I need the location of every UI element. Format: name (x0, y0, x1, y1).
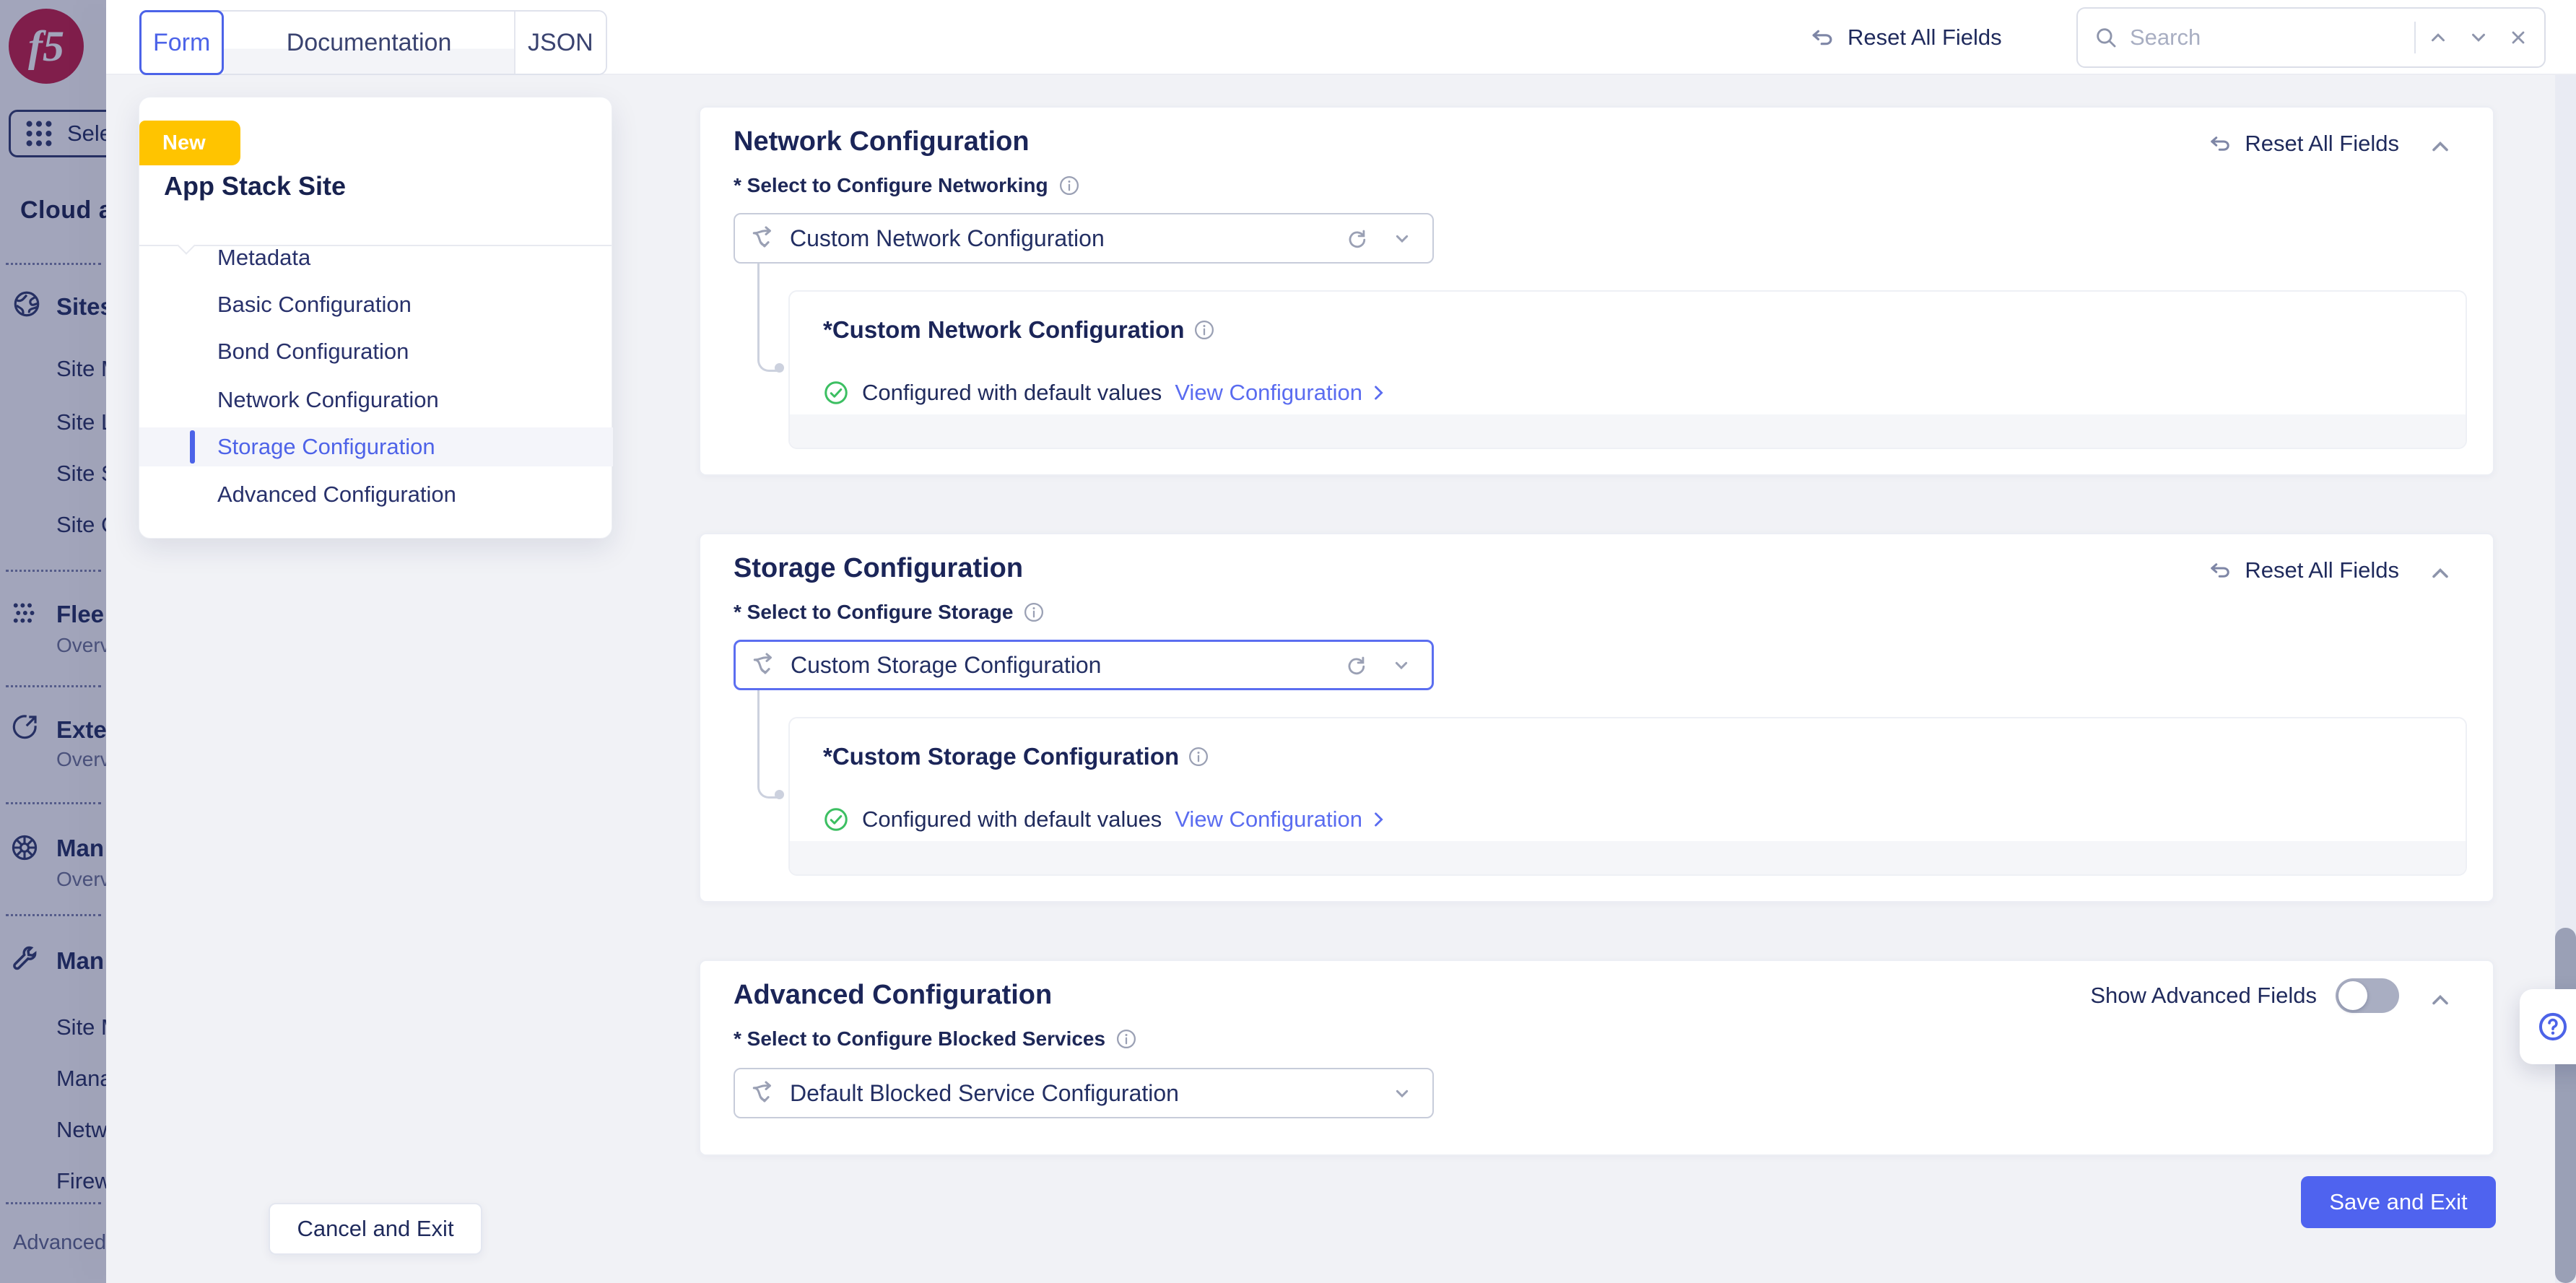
status-text: Configured with default values (862, 806, 1162, 832)
connector-line (757, 690, 778, 799)
tab-documentation[interactable]: Documentation (224, 12, 513, 74)
chevron-right-icon (1368, 383, 1388, 403)
section-advanced-configuration: Advanced Configuration Show Advanced Fie… (699, 960, 2494, 1156)
new-badge: New (139, 121, 240, 165)
refresh-icon[interactable] (1344, 653, 1368, 677)
info-icon[interactable] (1058, 175, 1080, 196)
refresh-icon[interactable] (1344, 226, 1369, 251)
collapse-chevron-icon[interactable] (2427, 987, 2453, 1013)
nested-title-row: *Custom Network Configuration (823, 316, 1215, 344)
tab-form[interactable]: Form (139, 10, 224, 75)
app-stack-site-page: f5 Sele Cloud a Sites Site M Site L Site… (0, 0, 2576, 1283)
section-title: Storage Configuration (734, 553, 1023, 584)
active-nav-indicator (190, 430, 195, 464)
reset-all-fields-top[interactable]: Reset All Fields (1809, 0, 2002, 75)
scrollbar-track[interactable] (2555, 75, 2576, 1283)
info-icon[interactable] (1023, 601, 1045, 623)
search-box (2076, 7, 2546, 68)
info-icon[interactable] (1115, 1028, 1137, 1050)
advanced-fields-control: Show Advanced Fields (2090, 978, 2399, 1013)
scrollbar-thumb[interactable] (2555, 928, 2576, 1283)
branch-icon (750, 651, 778, 679)
blocked-services-dropdown[interactable]: Default Blocked Service Configuration (734, 1068, 1434, 1118)
status-text: Configured with default values (862, 380, 1162, 406)
search-icon (2094, 25, 2118, 50)
help-question-icon (2537, 1011, 2569, 1043)
section-reset-all-fields[interactable]: Reset All Fields (2207, 557, 2399, 583)
modal-dim-overlay[interactable] (0, 0, 106, 1283)
topbar: Form Documentation JSON Reset All Fields (106, 0, 2576, 75)
search-divider (2414, 22, 2416, 53)
reset-icon (2207, 131, 2233, 157)
show-advanced-fields-label: Show Advanced Fields (2090, 983, 2317, 1009)
dropdown-value: Custom Network Configuration (790, 225, 1105, 252)
nav-item-advanced-configuration[interactable]: Advanced Configuration (217, 474, 456, 515)
view-tabs: Form Documentation JSON (139, 10, 607, 75)
form-title: App Stack Site (164, 171, 346, 201)
toggle-knob (2338, 981, 2367, 1010)
collapse-chevron-icon[interactable] (2427, 134, 2453, 160)
view-configuration-link[interactable]: View Configuration (1175, 806, 1388, 832)
connector-dot (775, 790, 784, 799)
search-close-icon[interactable] (2508, 27, 2528, 48)
panel-divider-notch (177, 236, 195, 254)
view-configuration-link[interactable]: View Configuration (1175, 380, 1388, 406)
status-row: Configured with default values View Conf… (823, 806, 1388, 832)
field-label-blocked-services: * Select to Configure Blocked Services (734, 1027, 1137, 1051)
section-network-configuration: Network Configuration Reset All Fields *… (699, 106, 2494, 476)
networking-dropdown[interactable]: Custom Network Configuration (734, 213, 1434, 264)
form-nav-panel: New App Stack Site Metadata Basic Config… (139, 97, 612, 539)
section-title: Network Configuration (734, 126, 1030, 157)
search-prev-icon[interactable] (2427, 27, 2449, 48)
reset-icon (1809, 24, 1836, 51)
tab-json[interactable]: JSON (514, 12, 606, 74)
connector-line (757, 264, 778, 372)
info-icon[interactable] (1193, 319, 1215, 341)
info-icon[interactable] (1188, 746, 1209, 767)
section-reset-all-fields[interactable]: Reset All Fields (2207, 131, 2399, 157)
reset-all-fields-label: Reset All Fields (1848, 25, 2002, 51)
nav-item-storage-configuration[interactable]: Storage Configuration (217, 427, 435, 467)
chevron-down-icon[interactable] (1391, 1082, 1414, 1105)
show-advanced-fields-toggle[interactable] (2336, 978, 2399, 1013)
chevron-down-icon[interactable] (1390, 653, 1413, 677)
section-title: Advanced Configuration (734, 980, 1052, 1011)
section-storage-configuration: Storage Configuration Reset All Fields *… (699, 533, 2494, 903)
cancel-and-exit-button[interactable]: Cancel and Exit (269, 1203, 482, 1255)
chevron-down-icon[interactable] (1391, 227, 1414, 250)
dropdown-value: Custom Storage Configuration (791, 652, 1101, 679)
search-input[interactable] (2130, 25, 2403, 51)
collapse-chevron-icon[interactable] (2427, 560, 2453, 586)
chevron-right-icon (1368, 809, 1388, 830)
save-and-exit-button[interactable]: Save and Exit (2301, 1176, 2496, 1228)
status-row: Configured with default values View Conf… (823, 380, 1388, 406)
nav-item-basic-configuration[interactable]: Basic Configuration (217, 284, 412, 325)
reset-icon (2207, 557, 2233, 583)
nav-item-metadata[interactable]: Metadata (217, 238, 310, 278)
search-next-icon[interactable] (2468, 27, 2489, 48)
custom-network-configuration-card: *Custom Network Configuration Configured… (788, 290, 2467, 449)
reset-label: Reset All Fields (2245, 557, 2399, 583)
dropdown-value: Default Blocked Service Configuration (790, 1080, 1179, 1107)
branch-icon (749, 225, 777, 252)
branch-icon (749, 1079, 777, 1107)
sidebar: f5 Sele Cloud a Sites Site M Site L Site… (0, 0, 106, 1283)
check-circle-icon (823, 380, 849, 406)
slideover-panel: Form Documentation JSON Reset All Fields (106, 0, 2576, 1283)
nested-title-row: *Custom Storage Configuration (823, 743, 1209, 770)
nav-item-network-configuration[interactable]: Network Configuration (217, 380, 439, 420)
check-circle-icon (823, 806, 849, 832)
panel-divider (139, 245, 612, 246)
storage-dropdown[interactable]: Custom Storage Configuration (734, 640, 1434, 690)
field-label-storage: * Select to Configure Storage (734, 601, 1045, 624)
nav-item-bond-configuration[interactable]: Bond Configuration (217, 331, 409, 372)
custom-storage-configuration-card: *Custom Storage Configuration Configured… (788, 717, 2467, 876)
connector-dot (775, 363, 784, 373)
help-button[interactable] (2520, 989, 2576, 1064)
reset-label: Reset All Fields (2245, 131, 2399, 157)
field-label-networking: * Select to Configure Networking (734, 174, 1080, 197)
